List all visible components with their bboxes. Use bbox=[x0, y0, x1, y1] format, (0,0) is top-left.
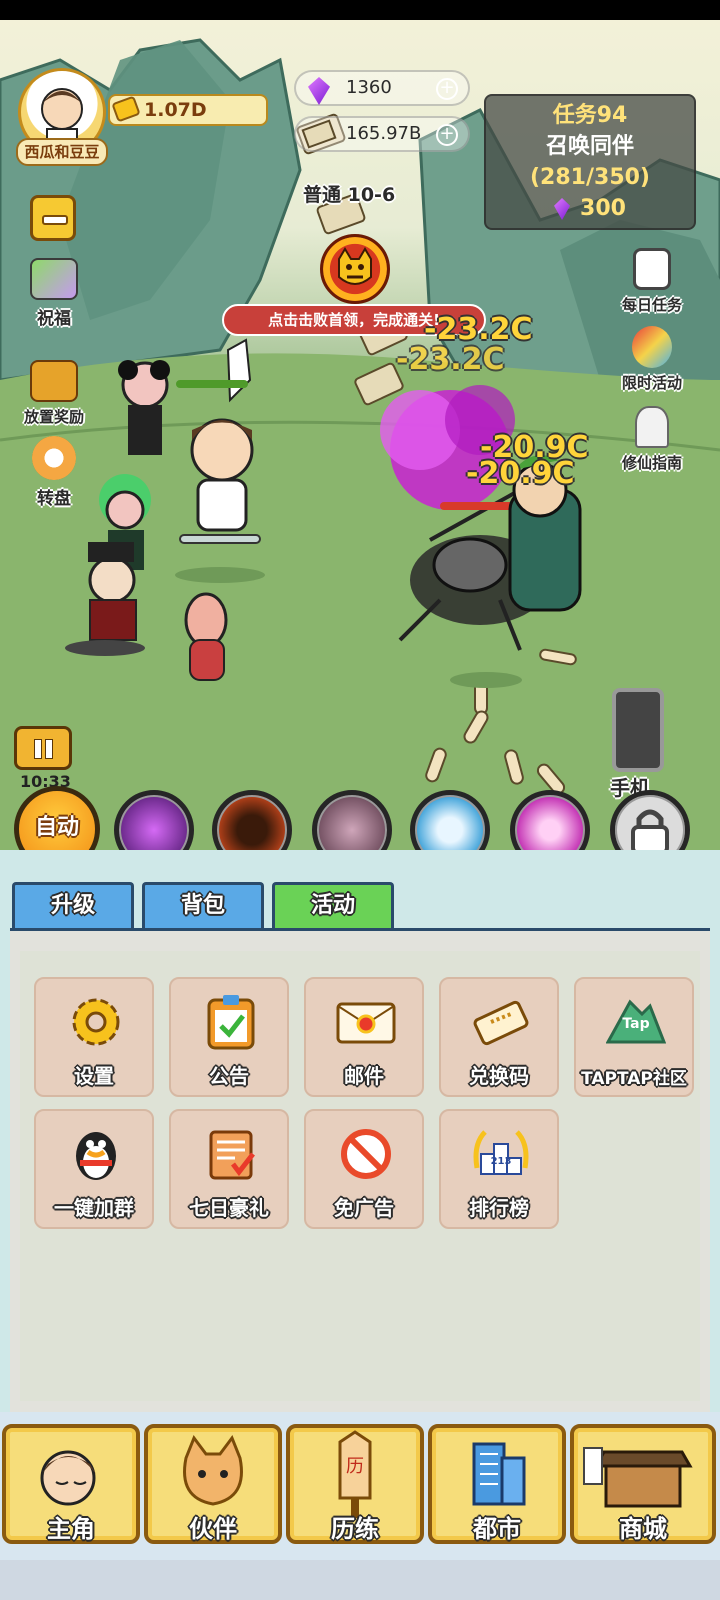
cash-counter: 165.97B + bbox=[294, 116, 470, 152]
cash-icon bbox=[301, 119, 337, 149]
party-popper-icon bbox=[632, 326, 672, 368]
nav-label: 都市 bbox=[473, 1515, 521, 1543]
activity-label: 排行榜 bbox=[469, 1196, 529, 1220]
add-cash-button[interactable]: + bbox=[436, 124, 458, 146]
quest-progress: (281/350) bbox=[530, 165, 650, 190]
ranking-podium-icon: 213 bbox=[473, 1130, 529, 1175]
clipboard-icon bbox=[633, 248, 671, 290]
gear-icon bbox=[72, 998, 120, 1046]
nav-city[interactable]: 都市 bbox=[428, 1424, 566, 1544]
treasure-chest-icon bbox=[30, 360, 78, 402]
activity-label: 七日豪礼 bbox=[189, 1196, 269, 1220]
activity-settings[interactable]: 设置 bbox=[34, 977, 154, 1097]
scroll-check-icon bbox=[209, 1130, 255, 1180]
activity-seven-day-gift[interactable]: 七日豪礼 bbox=[169, 1109, 289, 1229]
gem-counter: 1360 + bbox=[294, 70, 470, 106]
left-menu-label: 放置奖励 bbox=[23, 408, 84, 426]
nav-label: 主角 bbox=[47, 1515, 95, 1543]
activity-label: 公告 bbox=[209, 1064, 249, 1088]
gold-coin-icon bbox=[111, 95, 141, 123]
tab-upgrade[interactable]: 升级 bbox=[12, 882, 134, 928]
activity-notice[interactable]: 公告 bbox=[169, 977, 289, 1097]
left-menu-label: 祝福 bbox=[37, 309, 71, 329]
activity-panel: 设置 公告 邮件 兑换码 Tap TAPTAP社区 一键加群 七日豪礼 免广告 bbox=[10, 928, 710, 1412]
nav-hero[interactable]: 主角 bbox=[2, 1424, 140, 1544]
right-menu-cultivation-guide[interactable]: 修仙指南 bbox=[612, 406, 692, 473]
nav-label: 历练 bbox=[331, 1515, 379, 1543]
quest-panel[interactable]: 任务94 召唤同伴 (281/350) 300 bbox=[484, 94, 696, 230]
nav-shop[interactable]: 商城 bbox=[570, 1424, 716, 1544]
right-menu-label: 每日任务 bbox=[621, 296, 682, 314]
taptap-icon: Tap bbox=[606, 999, 666, 1044]
activity-label: TAPTAP社区 bbox=[581, 1069, 687, 1089]
qq-penguin-icon bbox=[76, 1132, 116, 1180]
mail-icon bbox=[336, 1002, 396, 1044]
gem-value: 1360 bbox=[346, 77, 392, 98]
left-menu-blessing[interactable]: 祝福 bbox=[14, 258, 94, 329]
ticket-icon bbox=[473, 1000, 529, 1046]
system-nav-bar bbox=[0, 1560, 720, 1600]
add-gems-button[interactable]: + bbox=[436, 78, 458, 100]
left-menu-idle-reward[interactable]: 放置奖励 bbox=[14, 360, 94, 427]
activity-grid: 设置 公告 邮件 兑换码 Tap TAPTAP社区 一键加群 七日豪礼 免广告 bbox=[20, 951, 700, 1401]
activity-label: 设置 bbox=[74, 1064, 114, 1088]
activity-redeem-code[interactable]: 兑换码 bbox=[439, 977, 559, 1097]
immortal-guide-icon bbox=[635, 406, 669, 448]
svg-text:历: 历 bbox=[346, 1456, 364, 1477]
damage-number: -23.2C bbox=[396, 342, 505, 377]
quest-title: 任务94 bbox=[552, 103, 628, 128]
left-menu-wheel[interactable]: 转盘 bbox=[14, 436, 94, 509]
activity-label: 一键加群 bbox=[54, 1196, 134, 1220]
left-menu-label: 转盘 bbox=[37, 489, 71, 509]
svg-text:213: 213 bbox=[491, 1156, 512, 1167]
tab-activity[interactable]: 活动 bbox=[272, 882, 394, 928]
right-menu-label: 限时活动 bbox=[621, 374, 682, 392]
stage-label: 普通 10-6 bbox=[303, 184, 396, 206]
gem-icon bbox=[554, 198, 571, 220]
activity-taptap[interactable]: Tap TAPTAP社区 bbox=[574, 977, 694, 1097]
activity-label: 兑换码 bbox=[469, 1064, 529, 1088]
notice-board-icon bbox=[207, 995, 255, 1050]
quest-reward: 300 bbox=[486, 193, 694, 224]
gold-counter: 1.07D bbox=[108, 94, 268, 126]
wheel-icon bbox=[32, 436, 76, 480]
activity-ranking[interactable]: 213 排行榜 bbox=[439, 1109, 559, 1229]
right-menu-label: 修仙指南 bbox=[621, 454, 682, 472]
activity-no-ads[interactable]: 免广告 bbox=[304, 1109, 424, 1229]
gem-icon bbox=[308, 77, 330, 105]
right-menu-daily-quest[interactable]: 每日任务 bbox=[612, 248, 692, 315]
cash-value: 165.97B bbox=[346, 123, 422, 144]
activity-join-group[interactable]: 一键加群 bbox=[34, 1109, 154, 1229]
activity-label: 邮件 bbox=[344, 1064, 384, 1088]
damage-number: -20.9C bbox=[466, 456, 575, 491]
blessing-icon bbox=[30, 258, 78, 300]
collapse-button[interactable] bbox=[30, 195, 76, 241]
nav-partner[interactable]: 伙伴 bbox=[144, 1424, 282, 1544]
nav-training[interactable]: 历 历练 bbox=[286, 1424, 424, 1544]
activity-label: 免广告 bbox=[334, 1196, 394, 1220]
nav-label: 伙伴 bbox=[189, 1515, 237, 1543]
activity-mail[interactable]: 邮件 bbox=[304, 977, 424, 1097]
gold-value: 1.07D bbox=[144, 99, 207, 121]
right-menu-limited-event[interactable]: 限时活动 bbox=[612, 326, 692, 393]
quest-name: 召唤同伴 bbox=[545, 134, 634, 159]
tab-backpack[interactable]: 背包 bbox=[142, 882, 264, 928]
pause-button[interactable] bbox=[14, 726, 72, 770]
boss-challenge-button[interactable] bbox=[320, 234, 390, 304]
player-name: 西瓜和豆豆 bbox=[16, 138, 108, 166]
no-ads-icon bbox=[341, 1129, 391, 1179]
battle-scene[interactable]: 西瓜和豆豆 1.07D 1360 + 165.97B + 普通 10-6 任务9… bbox=[0, 20, 720, 850]
status-bar bbox=[0, 0, 720, 20]
phone-icon[interactable] bbox=[612, 688, 664, 772]
svg-text:Tap: Tap bbox=[622, 1016, 649, 1032]
boss-face-icon bbox=[338, 247, 372, 285]
nav-label: 商城 bbox=[619, 1515, 667, 1543]
